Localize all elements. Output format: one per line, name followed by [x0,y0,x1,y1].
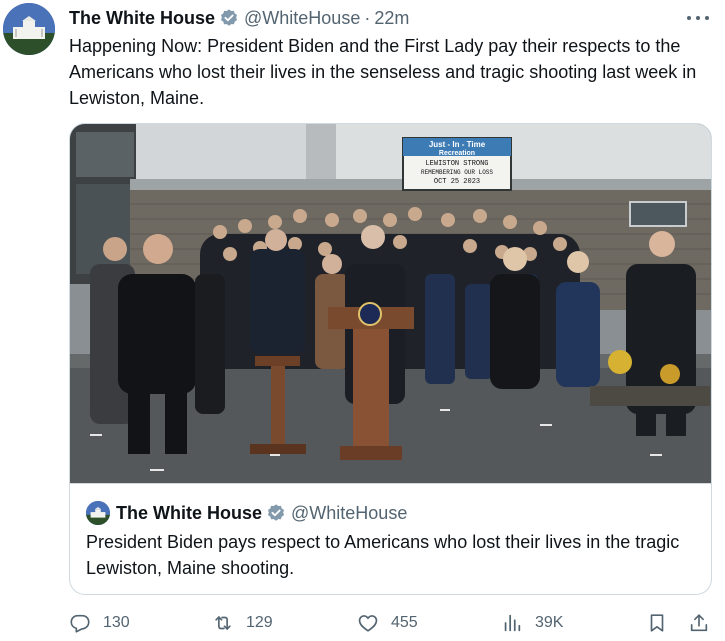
reply-icon [70,614,90,633]
tweet-actions-bar: 130 129 455 39K [69,608,712,638]
sign-line-4: REMEMBERING OUR LOSS [421,169,493,176]
tweet-text: Happening Now: President Biden and the F… [69,36,697,108]
quoted-tweet-text: President Biden pays respect to American… [86,532,680,578]
tweet-media-image[interactable]: Just - In - Time Recreation LEWISTON STR… [69,123,712,484]
quoted-tweet-card[interactable]: The White House @WhiteHouse President Bi… [69,484,712,595]
repost-icon [215,616,231,630]
author-display-name[interactable]: The White House [69,8,215,29]
reply-button[interactable]: 130 [69,608,130,638]
quoted-tweet-header: The White House @WhiteHouse [86,500,407,526]
sign-line-5: OCT 25 2023 [434,178,480,186]
views-icon [504,614,521,632]
author-handle[interactable]: @WhiteHouse [244,8,360,29]
like-icon [358,615,378,632]
quoted-author-display-name: The White House [116,502,263,523]
repost-count: 129 [246,614,273,631]
like-count: 455 [391,614,418,631]
verified-badge-icon[interactable] [219,8,239,28]
reply-count: 130 [103,614,130,631]
views-button[interactable]: 39K [501,608,563,638]
tweet-timestamp[interactable]: 22m [374,8,409,29]
like-button[interactable]: 455 [357,608,418,638]
quoted-author-avatar [86,501,110,525]
sign-line-3: LEWISTON STRONG [425,160,488,168]
bookmark-button[interactable] [646,608,680,638]
tweet-header: The White House @WhiteHouse · 22m [69,6,409,30]
bookmark-icon [650,614,664,632]
more-options-icon[interactable] [687,8,709,28]
separator-dot: · [364,7,371,28]
sign-line-1: Just - In - Time [429,140,486,149]
author-avatar[interactable] [3,3,55,55]
verified-badge-icon [266,503,286,523]
quoted-author-handle: @WhiteHouse [291,502,408,523]
share-button[interactable] [688,608,722,638]
sign-line-2: Recreation [439,150,475,157]
views-count: 39K [535,614,564,631]
repost-button[interactable]: 129 [212,608,273,638]
share-icon [690,614,708,632]
